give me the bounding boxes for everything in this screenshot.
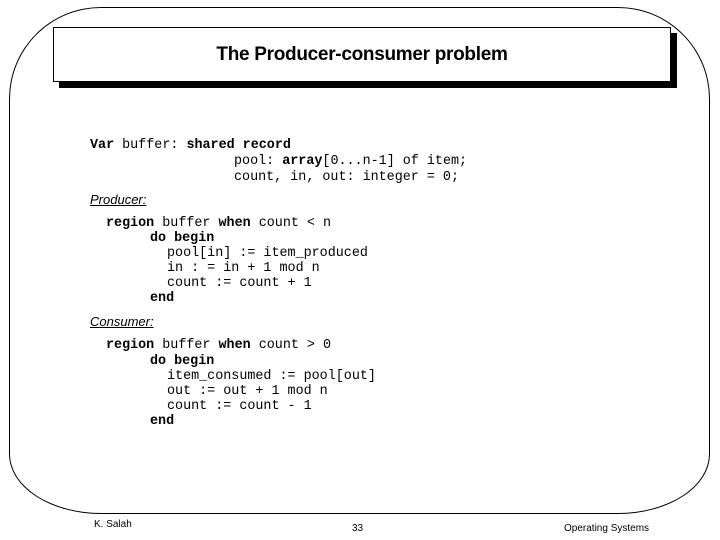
code-text: count < n — [250, 216, 332, 231]
code-text: pool: — [234, 154, 283, 169]
code-text: buffer: — [114, 138, 187, 153]
producer-line-5: count := count + 1 — [167, 276, 312, 291]
consumer-line-1: region buffer when count > 0 — [106, 338, 331, 353]
keyword: region — [106, 338, 155, 353]
declaration-line-3: count, in, out: integer = 0; — [234, 170, 459, 185]
keyword: end — [150, 291, 175, 306]
consumer-line-2: do begin — [150, 354, 214, 369]
producer-line-6: end — [150, 291, 174, 306]
keyword: when — [218, 338, 251, 353]
keyword: end — [150, 414, 175, 429]
producer-line-4: in : = in + 1 mod n — [167, 261, 320, 276]
code-text: buffer — [154, 216, 219, 231]
title-box: The Producer-consumer problem — [53, 27, 671, 82]
consumer-line-4: out := out + 1 mod n — [167, 384, 328, 399]
footer-course: Operating Systems — [564, 523, 650, 534]
keyword: shared record — [186, 138, 291, 153]
code-text: [0...n-1] of item; — [322, 154, 468, 169]
producer-line-2: do begin — [150, 231, 214, 246]
keyword: do begin — [150, 354, 215, 369]
footer-page-number: 33 — [352, 523, 364, 534]
footer-author: K. Salah — [94, 519, 132, 530]
consumer-line-3: item_consumed := pool[out] — [167, 369, 376, 384]
keyword: array — [282, 154, 323, 169]
producer-line-1: region buffer when count < n — [106, 216, 331, 231]
declaration-line-2: pool: array[0...n-1] of item; — [234, 154, 467, 169]
keyword: Var — [90, 138, 115, 153]
code-text: buffer — [154, 338, 219, 353]
consumer-line-5: count := count - 1 — [167, 399, 312, 414]
slide-title: The Producer-consumer problem — [216, 43, 508, 65]
consumer-label: Consumer: — [90, 314, 154, 329]
declaration-line-1: Var buffer: shared record — [90, 138, 291, 153]
keyword: do begin — [150, 231, 215, 246]
keyword: region — [106, 216, 155, 231]
code-text: count > 0 — [250, 338, 332, 353]
consumer-line-6: end — [150, 414, 174, 429]
producer-label: Producer: — [90, 192, 147, 207]
producer-line-3: pool[in] := item_produced — [167, 246, 368, 261]
keyword: when — [218, 216, 251, 231]
